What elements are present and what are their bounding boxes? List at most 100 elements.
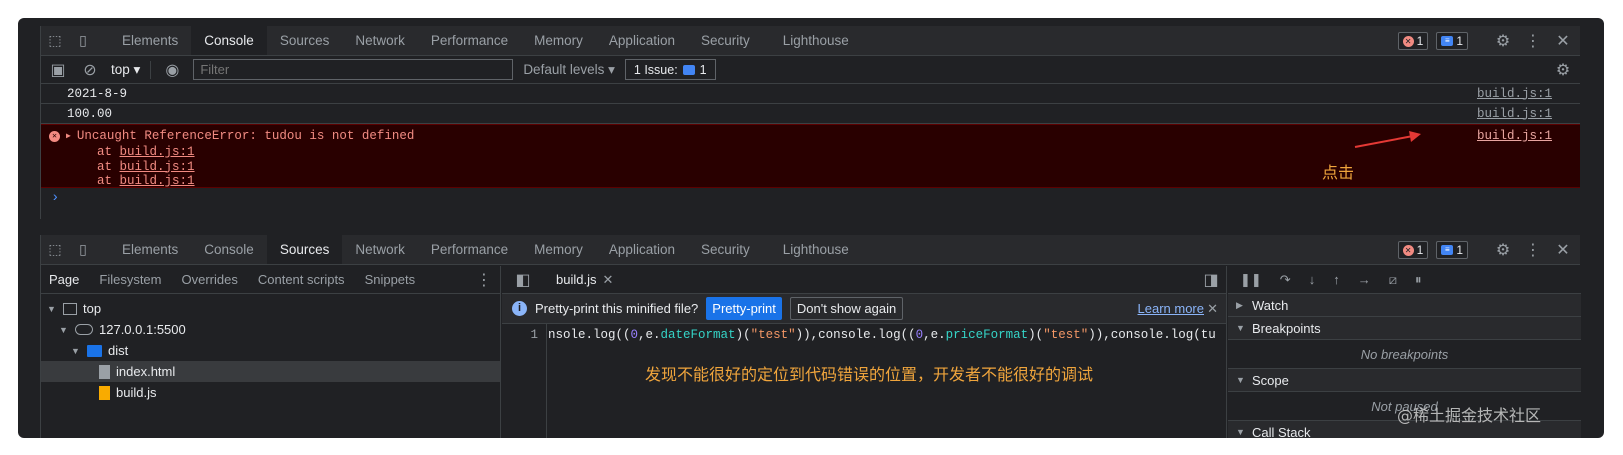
console-settings-gear-icon[interactable]: ⚙ xyxy=(1552,60,1574,80)
error-count-badge[interactable]: ✕ 1 xyxy=(1397,32,1429,50)
expand-arrow-icon: ▼ xyxy=(1236,323,1245,333)
pause-icon[interactable]: ❚❚ xyxy=(1240,272,1262,288)
source-link[interactable]: build.js:1 xyxy=(1477,87,1552,101)
eye-icon[interactable]: ◉ xyxy=(161,60,183,80)
scope-section[interactable]: ▼ Scope xyxy=(1228,369,1581,392)
cloud-icon xyxy=(75,324,93,335)
more-vertical-icon[interactable]: ⋮ xyxy=(473,270,495,290)
pause-on-exceptions-icon[interactable]: ⏸ xyxy=(1415,272,1422,288)
devtools-sources-panel: ⬚ ▯ Elements Console Sources Network Per… xyxy=(40,235,1581,438)
watermark: @稀土掘金技术社区 xyxy=(1397,406,1542,425)
screenshot-frame: ⬚ ▯ Elements Console Sources Network Per… xyxy=(18,18,1604,438)
expand-arrow-icon: ▼ xyxy=(1236,427,1245,437)
tree-node-top[interactable]: ▼ top xyxy=(41,298,500,319)
source-link[interactable]: build.js:1 xyxy=(1477,107,1552,121)
tab-security[interactable]: Security xyxy=(688,235,763,264)
sidebar-toggle-icon[interactable]: ▣ xyxy=(47,60,69,80)
tab-performance[interactable]: Performance xyxy=(418,26,521,55)
tree-node-host[interactable]: ▼ 127.0.0.1:5500 xyxy=(41,319,500,340)
close-icon[interactable]: ✕ xyxy=(1552,240,1574,260)
error-count-badge[interactable]: ✕ 1 xyxy=(1397,241,1429,259)
stack-link[interactable]: build.js:1 xyxy=(120,145,195,159)
step-icon[interactable]: → xyxy=(1358,272,1371,287)
tab-application[interactable]: Application xyxy=(596,26,688,55)
tab-lighthouse[interactable]: Lighthouse xyxy=(763,26,862,55)
folder-icon xyxy=(87,344,102,357)
locate-annotation: 发现不能很好的定位到代码错误的位置，开发者不能很好的调试 xyxy=(645,365,1094,384)
file-tree: ▼ top ▼ 127.0.0.1:5500 ▼ dist index.html xyxy=(41,294,500,403)
subtab-content-scripts[interactable]: Content scripts xyxy=(258,272,345,287)
tab-elements[interactable]: Elements xyxy=(109,26,191,55)
deactivate-breakpoints-icon[interactable]: ⧄ xyxy=(1389,272,1397,288)
step-into-icon[interactable]: ↓ xyxy=(1309,272,1316,287)
console-prompt[interactable]: › xyxy=(41,188,1580,208)
tab-performance[interactable]: Performance xyxy=(418,235,521,264)
dont-show-again-button[interactable]: Don't show again xyxy=(789,297,904,320)
gear-icon[interactable]: ⚙ xyxy=(1492,240,1514,260)
gear-icon[interactable]: ⚙ xyxy=(1492,31,1514,51)
learn-more-link[interactable]: Learn more xyxy=(1138,301,1204,316)
tree-node-file[interactable]: index.html xyxy=(41,361,500,382)
step-out-icon[interactable]: ↑ xyxy=(1333,272,1340,287)
console-toolbar: ▣ ⊘ top ▾ ◉ Default levels ▾ 1 Issue: 1 … xyxy=(41,56,1580,84)
pretty-print-button[interactable]: Pretty-print xyxy=(706,297,782,320)
tabbar-right-controls: ✕ 1 ≡ 1 ⚙ ⋮ ✕ xyxy=(1397,235,1574,265)
debugger-toggle-icon[interactable]: ◨ xyxy=(1200,270,1222,290)
error-source-link[interactable]: build.js:1 xyxy=(1477,129,1552,143)
tab-console[interactable]: Console xyxy=(191,26,267,55)
filter-input[interactable] xyxy=(193,59,514,80)
editor-tab-build-js[interactable]: build.js ✕ xyxy=(546,272,613,288)
html-file-icon xyxy=(99,364,110,379)
sources-navigator: Page Filesystem Overrides Content script… xyxy=(41,266,501,438)
navigator-subtabs: Page Filesystem Overrides Content script… xyxy=(41,266,500,294)
tab-network[interactable]: Network xyxy=(342,26,418,55)
tab-application[interactable]: Application xyxy=(596,235,688,264)
subtab-snippets[interactable]: Snippets xyxy=(365,272,416,287)
tree-node-folder[interactable]: ▼ dist xyxy=(41,340,500,361)
tab-network[interactable]: Network xyxy=(342,235,418,264)
device-toolbar-icon[interactable]: ▯ xyxy=(69,26,97,55)
close-icon[interactable]: ✕ xyxy=(1552,31,1574,51)
breakpoints-section[interactable]: ▼ Breakpoints xyxy=(1228,317,1581,340)
subtab-filesystem[interactable]: Filesystem xyxy=(99,272,161,287)
stack-link[interactable]: build.js:1 xyxy=(120,174,195,188)
more-vertical-icon[interactable]: ⋮ xyxy=(1522,240,1544,260)
code-area[interactable]: 1 nsole.log((0,e.dateFormat)("test")),co… xyxy=(502,324,1226,438)
tab-console[interactable]: Console xyxy=(191,235,267,264)
tab-sources[interactable]: Sources xyxy=(266,235,343,264)
expand-arrow-icon: ▼ xyxy=(47,303,56,314)
step-over-icon[interactable]: ↷ xyxy=(1280,272,1291,288)
close-icon[interactable]: ✕ xyxy=(1207,301,1218,317)
close-tab-icon[interactable]: ✕ xyxy=(602,272,613,288)
collapse-arrow-icon: ▶ xyxy=(1236,299,1243,310)
expand-triangle-icon[interactable]: ▶ xyxy=(66,131,71,141)
watch-section[interactable]: ▶ Watch xyxy=(1228,294,1581,317)
js-file-icon xyxy=(99,385,110,400)
tab-memory[interactable]: Memory xyxy=(521,26,596,55)
expand-arrow-icon: ▼ xyxy=(59,324,68,335)
tab-elements[interactable]: Elements xyxy=(109,235,191,264)
tree-node-file[interactable]: build.js xyxy=(41,382,500,403)
log-levels-dropdown[interactable]: Default levels ▾ xyxy=(523,62,615,78)
device-toolbar-icon[interactable]: ▯ xyxy=(69,235,97,264)
message-count-badge[interactable]: ≡ 1 xyxy=(1436,241,1468,259)
error-icon: ✕ xyxy=(1402,35,1414,47)
frame-icon xyxy=(63,302,77,315)
more-vertical-icon[interactable]: ⋮ xyxy=(1522,31,1544,51)
clear-console-icon[interactable]: ⊘ xyxy=(79,60,101,80)
tab-security[interactable]: Security xyxy=(688,26,763,55)
stack-link[interactable]: build.js:1 xyxy=(120,160,195,174)
context-selector[interactable]: top ▾ xyxy=(111,62,140,78)
navigator-toggle-icon[interactable]: ◧ xyxy=(512,270,534,290)
issues-button[interactable]: 1 Issue: 1 xyxy=(624,59,716,80)
message-count-badge[interactable]: ≡ 1 xyxy=(1436,32,1468,50)
tab-sources[interactable]: Sources xyxy=(267,26,343,55)
message-icon: ≡ xyxy=(1441,245,1454,255)
subtab-page[interactable]: Page xyxy=(49,272,79,287)
tab-lighthouse[interactable]: Lighthouse xyxy=(763,235,862,264)
source-editor: ◧ build.js ✕ ◨ i Pretty-print this minif… xyxy=(502,266,1227,438)
inspect-element-icon[interactable]: ⬚ xyxy=(41,26,69,55)
subtab-overrides[interactable]: Overrides xyxy=(182,272,238,287)
tab-memory[interactable]: Memory xyxy=(521,235,596,264)
inspect-element-icon[interactable]: ⬚ xyxy=(41,235,69,264)
